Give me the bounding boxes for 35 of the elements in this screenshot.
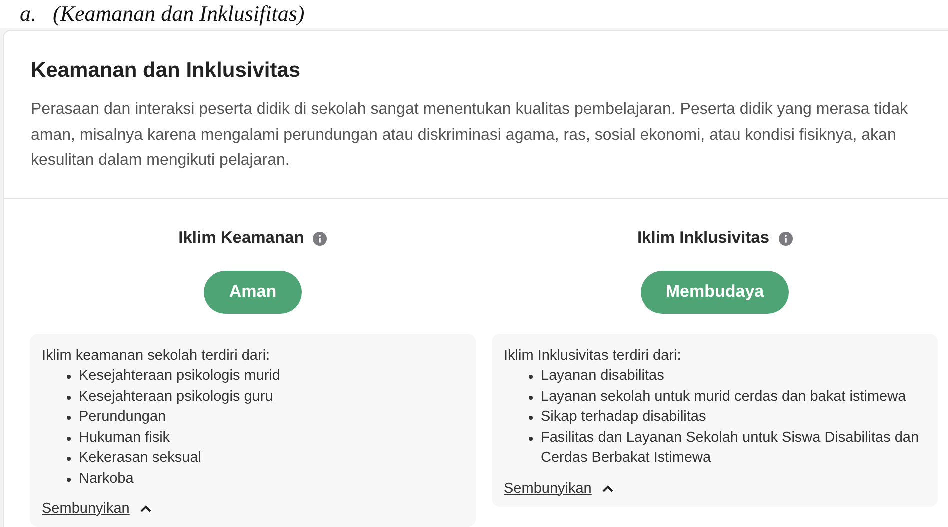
chevron-icon xyxy=(602,484,614,492)
toggle-link[interactable]: Sembunyikan xyxy=(504,480,614,496)
list-item: Sikap terhadap disabilitas xyxy=(541,408,706,427)
bullet-icon xyxy=(67,478,71,482)
list-item: Kekerasan seksual xyxy=(79,449,202,468)
bullet-icon xyxy=(529,375,533,379)
bullet-icon xyxy=(67,396,71,400)
details-intro: Iklim Inklusivitas terdiri dari: xyxy=(504,346,682,366)
status-badge: Aman xyxy=(204,270,302,314)
chevron-icon xyxy=(140,505,152,513)
bullet-icon xyxy=(529,436,533,440)
list-item: Narkoba xyxy=(79,470,134,488)
bullet-icon xyxy=(529,396,533,400)
card-description: Perasaan dan interaksi peserta didik di sekolah sangat menentukan kualitas pembelajaran. Peserta didik yang merasa tidak aman, misalnya karena mengalami perundungan atau diskriminasi agama, ras, sosial ekonomi, atau kondisi fisiknya, akan kesulitan dalam mengikuti pelajaran. xyxy=(31,100,909,171)
list-item: Layanan disabilitas xyxy=(541,367,664,386)
list-item: Hukuman fisik xyxy=(79,428,170,448)
info-icon[interactable] xyxy=(313,232,328,246)
bullet-icon xyxy=(67,457,71,461)
bullet-icon xyxy=(67,416,71,420)
card-title: Keamanan dan Inklusivitas xyxy=(31,59,302,83)
list-item: Kesejahteraan psikologis guru xyxy=(79,388,274,406)
toggle-link[interactable]: Sembunyikan xyxy=(42,501,152,517)
indicator-title: Iklim Inklusivitas xyxy=(637,229,770,248)
info-icon[interactable] xyxy=(778,232,793,246)
indicator-title: Iklim Keamanan xyxy=(178,229,304,248)
details-intro: Iklim keamanan sekolah terdiri dari: xyxy=(42,346,272,366)
list-item: Kesejahteraan psikologis murid xyxy=(79,367,280,386)
list-item: Layanan sekolah untuk murid cerdas dan bakat istimewa xyxy=(541,388,906,406)
bullet-icon xyxy=(529,416,533,420)
status-badge: Membudaya xyxy=(640,270,790,314)
list-item: Fasilitas dan Layanan Sekolah untuk Siswa Disabilitas dan Cerdas Berbakat Istimewa xyxy=(541,428,920,468)
document-heading: a. (Keamanan dan Inklusifitas) xyxy=(20,1,305,27)
list-item: Perundungan xyxy=(79,408,166,427)
bullet-icon xyxy=(67,436,71,440)
bullet-icon xyxy=(67,375,71,379)
